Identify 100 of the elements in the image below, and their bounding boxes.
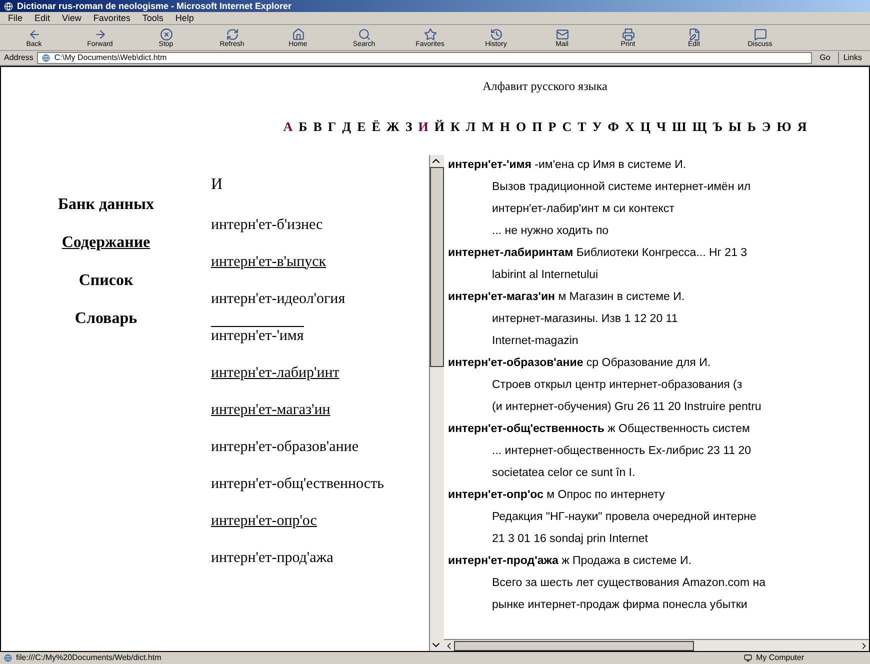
nav-link[interactable]: Банк данных xyxy=(58,192,154,216)
alphabet-letter-link[interactable]: И xyxy=(418,117,428,136)
alphabet-letter-link[interactable]: О xyxy=(516,117,526,136)
window-title: Dictionar rus-roman de neologisme - Microsoft Internet Explorer xyxy=(17,2,292,10)
alphabet-letter-link[interactable]: Ц xyxy=(640,117,650,136)
menu-item[interactable]: Favorites xyxy=(93,14,130,22)
alphabet-letter-link[interactable]: З xyxy=(405,117,412,136)
alphabet-letter-link[interactable]: П xyxy=(532,117,542,136)
entry-headline: интерн'ет-'имя -им'ена ср Имя в системе И. xyxy=(448,158,688,172)
alphabet-letter-link[interactable]: Й xyxy=(434,117,444,136)
menu-item[interactable]: File xyxy=(8,14,23,22)
entry-headline: интерн'ет-опр'ос м Опрос по интернету xyxy=(448,488,666,502)
discuss-icon xyxy=(754,28,766,40)
alphabet-letter-link[interactable]: Ь xyxy=(747,117,756,136)
alphabet-letter-link[interactable]: Д xyxy=(342,117,352,136)
entry-headline: интерн'ет-образов'ание ср Образование для И. xyxy=(448,356,712,370)
alphabet-letter-link[interactable]: Х xyxy=(624,117,634,136)
printer-icon xyxy=(622,28,634,40)
word-link[interactable]: интерн'ет-магаз'ин xyxy=(211,400,330,418)
browser-icon xyxy=(4,2,13,10)
scrollbar-thumb[interactable] xyxy=(454,640,694,650)
page-icon xyxy=(42,54,50,62)
word-link[interactable]: интерн'ет-прод'ажа xyxy=(211,548,334,566)
zone-text: My Computer xyxy=(756,654,806,662)
alphabet-letter-link[interactable]: В xyxy=(313,117,322,136)
nav-link[interactable]: Список xyxy=(78,268,134,292)
alphabet-letter-link[interactable]: Ф xyxy=(608,117,619,136)
page-heading: Алфавит русского языка xyxy=(482,78,608,95)
word-link[interactable]: интерн'ет-лабир'инт xyxy=(211,362,340,382)
alphabet-letter-link[interactable]: Ю xyxy=(776,117,792,136)
entry-text: labirint al Internetului xyxy=(491,268,600,282)
alphabet-letter-link[interactable]: А xyxy=(283,117,293,136)
entry-text: 21 3 01 16 sondaj prin Internet xyxy=(491,532,650,546)
alphabet-letter-link[interactable]: У xyxy=(592,117,602,136)
menu-item[interactable]: Edit xyxy=(34,14,50,22)
scrollbar-thumb[interactable] xyxy=(430,166,444,366)
entry-headline: интерн'ет-общ'ественность ж Общественность систем xyxy=(448,422,751,436)
address-label: Address xyxy=(4,52,34,64)
menu-item[interactable]: Tools xyxy=(142,14,164,22)
alphabet-letter-link[interactable]: Б xyxy=(298,117,308,136)
forward-arrow-icon xyxy=(94,28,106,40)
history-icon xyxy=(490,28,502,40)
alphabet-letter-link[interactable]: Е xyxy=(357,117,366,136)
alphabet-letter-link[interactable]: Р xyxy=(548,117,556,136)
refresh-icon xyxy=(226,28,238,40)
edit-icon xyxy=(688,28,700,40)
word-link[interactable]: интерн'ет-общ'ественность xyxy=(211,474,384,492)
alphabet-letter-link[interactable]: Ё xyxy=(372,117,380,136)
entry-text: Строев открыл центр интернет-образования (з xyxy=(491,378,744,392)
go-button[interactable]: Go xyxy=(816,52,834,64)
entry-text: интернет-магазины. Изв 1 12 20 11 xyxy=(491,312,679,326)
entry-headline: интерн'ет-прод'ажа ж Продажа в системе И. xyxy=(448,554,692,568)
alphabet-letter-link[interactable]: Ш xyxy=(672,117,686,136)
word-link[interactable]: интерн'ет-образов'ание xyxy=(211,436,358,456)
entry-headline: интерн'ет-магаз'ин м Магазин в системе И. xyxy=(448,290,686,304)
word-link[interactable]: интерн'ет-идеол'огия xyxy=(211,288,346,308)
alphabet-letter-link[interactable]: Т xyxy=(578,117,586,136)
entry-text: (и интернет-обучения) Gru 26 11 20 Instruire pentru xyxy=(491,400,762,414)
alphabet-letter-link[interactable]: Г xyxy=(328,117,336,136)
letter-heading: И xyxy=(211,174,223,194)
star-icon xyxy=(424,28,436,40)
alphabet-letter-link[interactable]: Н xyxy=(500,117,510,136)
alphabet-letter-link[interactable]: Я xyxy=(797,117,807,136)
alphabet-letter-link[interactable]: К xyxy=(450,117,460,136)
entry-text: societatea celor ce sunt în I. xyxy=(491,466,636,480)
address-field[interactable]: C:\My Documents\Web\dict.htm xyxy=(37,52,812,64)
word-link[interactable]: интерн'ет-в'ыпуск xyxy=(211,252,326,270)
alphabet-letter-link[interactable]: С xyxy=(562,117,572,136)
nav-link[interactable]: Содержание xyxy=(62,230,150,254)
entry-text: ... интернет-общественность Ex-либрис 23 11 20 xyxy=(491,444,752,458)
alphabet-letter-link[interactable]: Ч xyxy=(656,117,666,136)
mail-icon xyxy=(556,28,568,40)
status-text: file:///C:/My%20Documents/Web/dict.htm xyxy=(16,654,162,662)
alphabet-letter-link[interactable]: Л xyxy=(466,117,476,136)
word-link[interactable]: интерн'ет-опр'ос xyxy=(211,510,317,530)
word-link[interactable]: интерн'ет-'имя xyxy=(211,326,304,344)
alphabet-letter-link[interactable]: Щ xyxy=(692,117,707,136)
menu-item[interactable]: View xyxy=(62,14,82,22)
alphabet-letter-link[interactable]: Э xyxy=(762,117,771,136)
alphabet-letter-link[interactable]: М xyxy=(482,117,494,136)
home-icon xyxy=(292,28,304,40)
entry-text: интерн'ет-лабир'инт м си контекст xyxy=(491,202,676,216)
entry-text: рынке интернет-продаж фирма понесла убытки xyxy=(491,598,748,612)
back-arrow-icon xyxy=(28,28,40,40)
computer-icon xyxy=(744,654,752,662)
stop-icon xyxy=(160,28,172,40)
entry-text: Вызов традиционной системе интернет-имён ил xyxy=(491,180,752,194)
menu-item[interactable]: Help xyxy=(175,14,194,22)
word-link[interactable]: интерн'ет-б'изнес xyxy=(211,214,323,234)
entry-text: ... не нужно ходить по xyxy=(491,224,610,238)
nav-link[interactable]: Словарь xyxy=(74,306,138,330)
links-button[interactable]: Links xyxy=(838,52,866,64)
alphabet-letter-link[interactable]: Ж xyxy=(386,117,400,136)
alphabet-letter-link[interactable]: Ы xyxy=(728,117,742,136)
entry-text: Всего за шесть лет существования Amazon.com на xyxy=(491,576,766,590)
entry-headline: интернет-лабиринтам Библиотеки Конгресса... Нг 21 3 xyxy=(448,246,748,260)
entry-text: Редакция "НГ-науки" провела очередной интерне xyxy=(491,510,758,524)
search-icon xyxy=(358,28,370,40)
page-icon xyxy=(4,654,12,662)
alphabet-letter-link[interactable]: Ъ xyxy=(712,117,723,136)
